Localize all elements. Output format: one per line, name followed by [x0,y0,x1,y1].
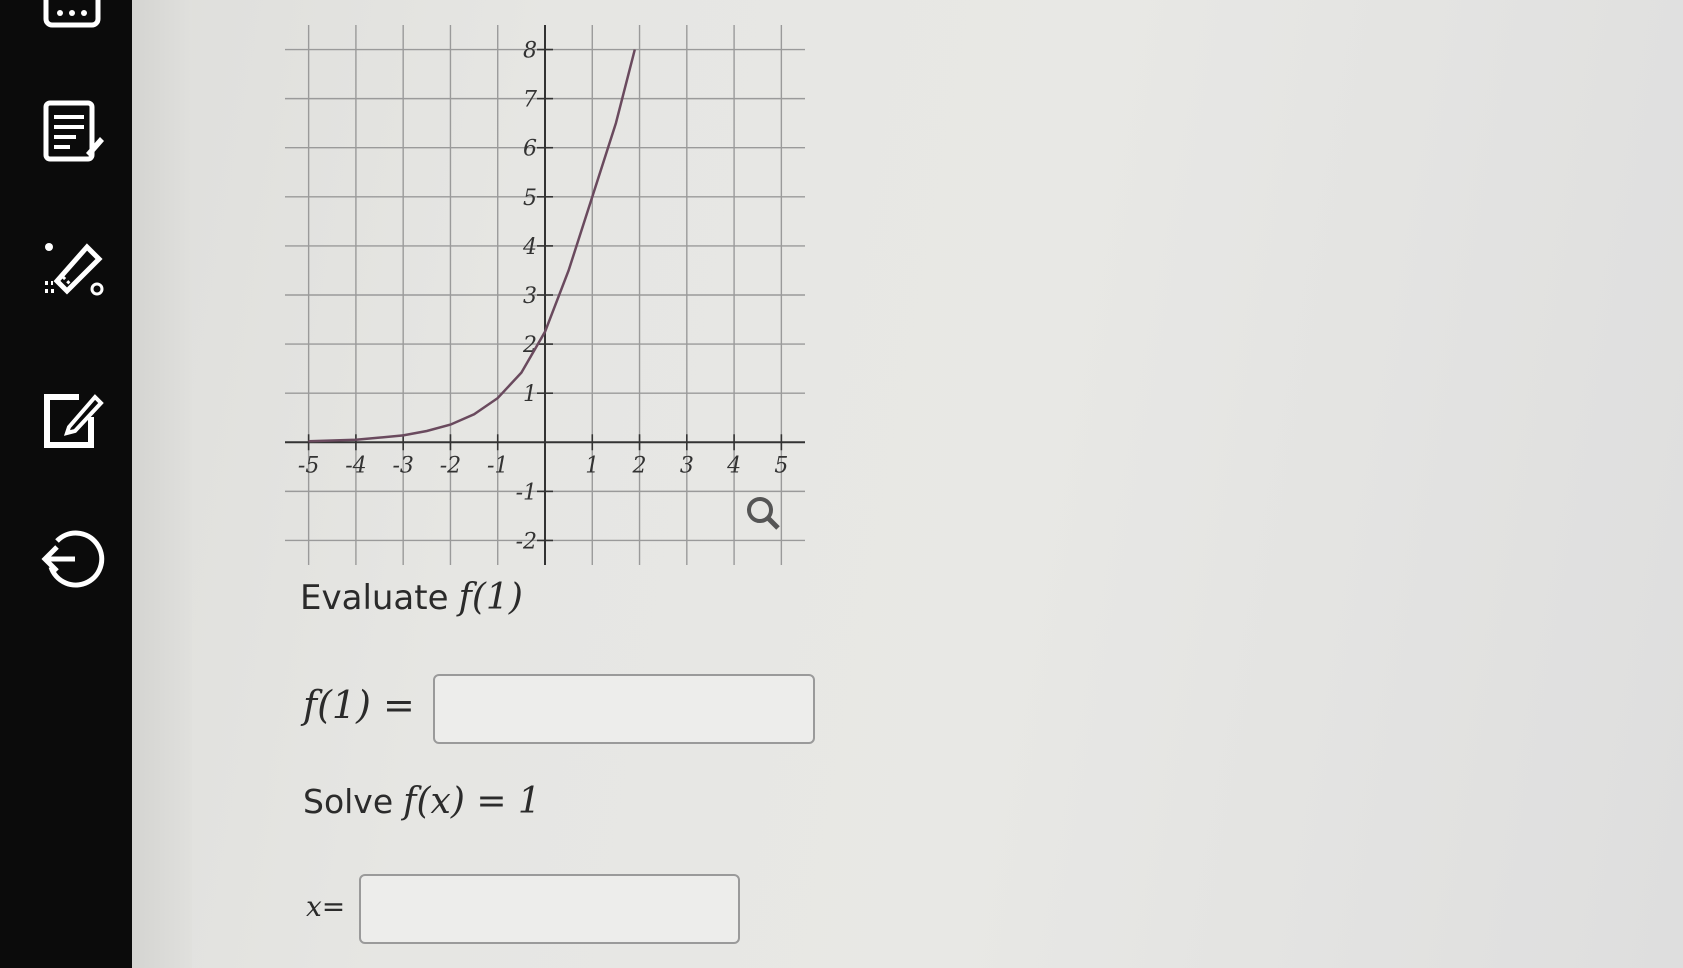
evaluate-word: Evaluate [300,578,449,618]
y-tick-label: 4 [522,235,537,260]
highlighter-icon[interactable] [36,232,108,304]
function-graph: -5 -4 -3 -2 -1 1 2 3 4 5 8 7 6 5 4 3 2 1… [280,20,810,575]
y-tick-label: 6 [523,137,537,162]
x-label: x= [306,890,346,923]
y-tick-label: 5 [523,186,537,211]
x-tick-label: 2 [632,453,647,478]
keyboard-icon[interactable] [36,0,108,42]
evaluate-prompt: Evaluate f(1) [300,576,523,618]
solve-expression: f(x) = 1 [403,781,541,822]
back-icon[interactable] [36,520,108,592]
x-tick-label: -4 [345,453,366,478]
x-tick-label: -1 [487,453,508,478]
x-tick-label: 3 [680,453,694,478]
f1-answer-input[interactable] [433,674,815,744]
graph-canvas: -5 -4 -3 -2 -1 1 2 3 4 5 8 7 6 5 4 3 2 1… [285,25,805,565]
x-tick-label: -3 [392,453,413,478]
y-tick-label: -1 [516,480,537,505]
x-tick-label: 1 [585,453,599,478]
edit-icon[interactable] [36,384,108,456]
notes-icon[interactable] [36,96,108,168]
f1-label: f(1) = [303,683,415,727]
content-margin [132,0,192,968]
evaluate-expression: f(1) [458,577,523,618]
left-toolbar [0,0,132,968]
y-tick-label: 1 [523,382,537,407]
y-tick-label: -2 [516,529,537,554]
solve-prompt: Solve f(x) = 1 [303,780,541,822]
x-tick-label: 4 [726,453,741,478]
y-tick-label: 3 [523,284,537,309]
x-tick-label: -2 [440,453,461,478]
magnifier-icon[interactable] [747,497,780,530]
x-tick-label: -5 [298,453,319,478]
tick-labels: -5 -4 -3 -2 -1 1 2 3 4 5 8 7 6 5 4 3 2 1… [298,39,788,555]
y-tick-label: 2 [522,333,537,358]
y-tick-label: 8 [523,39,537,64]
solve-word: Solve [303,782,394,821]
x-tick-label: 5 [774,453,788,478]
y-tick-label: 7 [523,88,537,113]
x-answer-input[interactable] [359,874,740,944]
